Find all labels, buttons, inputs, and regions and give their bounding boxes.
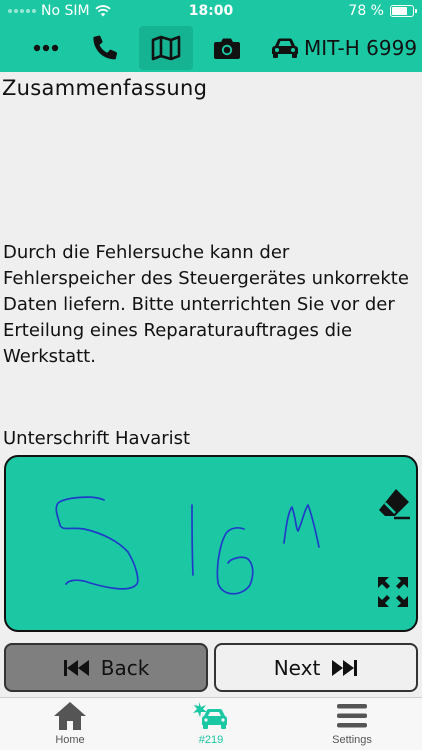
home-icon xyxy=(54,702,86,730)
tab-case[interactable]: #219 xyxy=(141,700,281,750)
camera-icon xyxy=(214,38,240,59)
page-title: Zusammenfassung xyxy=(2,76,208,100)
tab-settings[interactable]: Settings xyxy=(282,700,422,750)
signature-stroke xyxy=(283,504,320,548)
phone-icon xyxy=(93,35,118,60)
battery-icon xyxy=(390,5,417,17)
more-button[interactable] xyxy=(19,26,73,70)
vehicle-plate[interactable]: MIT-H 6999 xyxy=(270,24,417,72)
eraser-icon[interactable] xyxy=(376,485,412,521)
tab-bar: Home #219 Settings xyxy=(0,697,422,750)
fast-forward-icon xyxy=(332,659,358,676)
expand-icon[interactable] xyxy=(376,575,410,609)
battery-percent: 78 % xyxy=(348,3,384,19)
status-bar: No SIM 18:00 78 % xyxy=(0,0,422,24)
tab-settings-label: Settings xyxy=(332,734,372,746)
battery-fill xyxy=(392,7,407,15)
phone-button[interactable] xyxy=(79,26,133,70)
back-label: Back xyxy=(100,655,150,680)
car-icon xyxy=(272,38,298,58)
tab-home[interactable]: Home xyxy=(0,700,140,750)
signature-strokes xyxy=(55,496,320,595)
more-icon xyxy=(33,44,59,52)
rewind-icon xyxy=(63,659,89,676)
next-label: Next xyxy=(273,655,321,680)
signature-stroke xyxy=(216,526,254,595)
signature-label: Unterschrift Havarist xyxy=(3,428,191,449)
signature-pad[interactable] xyxy=(4,455,418,632)
plate-number: MIT-H 6999 xyxy=(304,36,418,60)
battery-status: 78 % xyxy=(348,3,417,19)
tab-home-label: Home xyxy=(55,734,85,746)
next-button[interactable]: Next xyxy=(214,643,418,692)
signature-stroke xyxy=(55,496,139,590)
menu-icon xyxy=(337,704,367,728)
map-icon xyxy=(151,35,181,61)
disclaimer-text: Durch die Fehlersuche kann der Fehlerspe… xyxy=(3,242,409,367)
car-crash-icon xyxy=(193,702,228,729)
signature-stroke xyxy=(191,504,194,576)
camera-button[interactable] xyxy=(200,26,254,70)
top-toolbar: MIT-H 6999 xyxy=(0,24,422,72)
map-button[interactable] xyxy=(139,26,193,70)
back-button[interactable]: Back xyxy=(4,643,208,692)
tab-case-label: #219 xyxy=(198,734,224,746)
